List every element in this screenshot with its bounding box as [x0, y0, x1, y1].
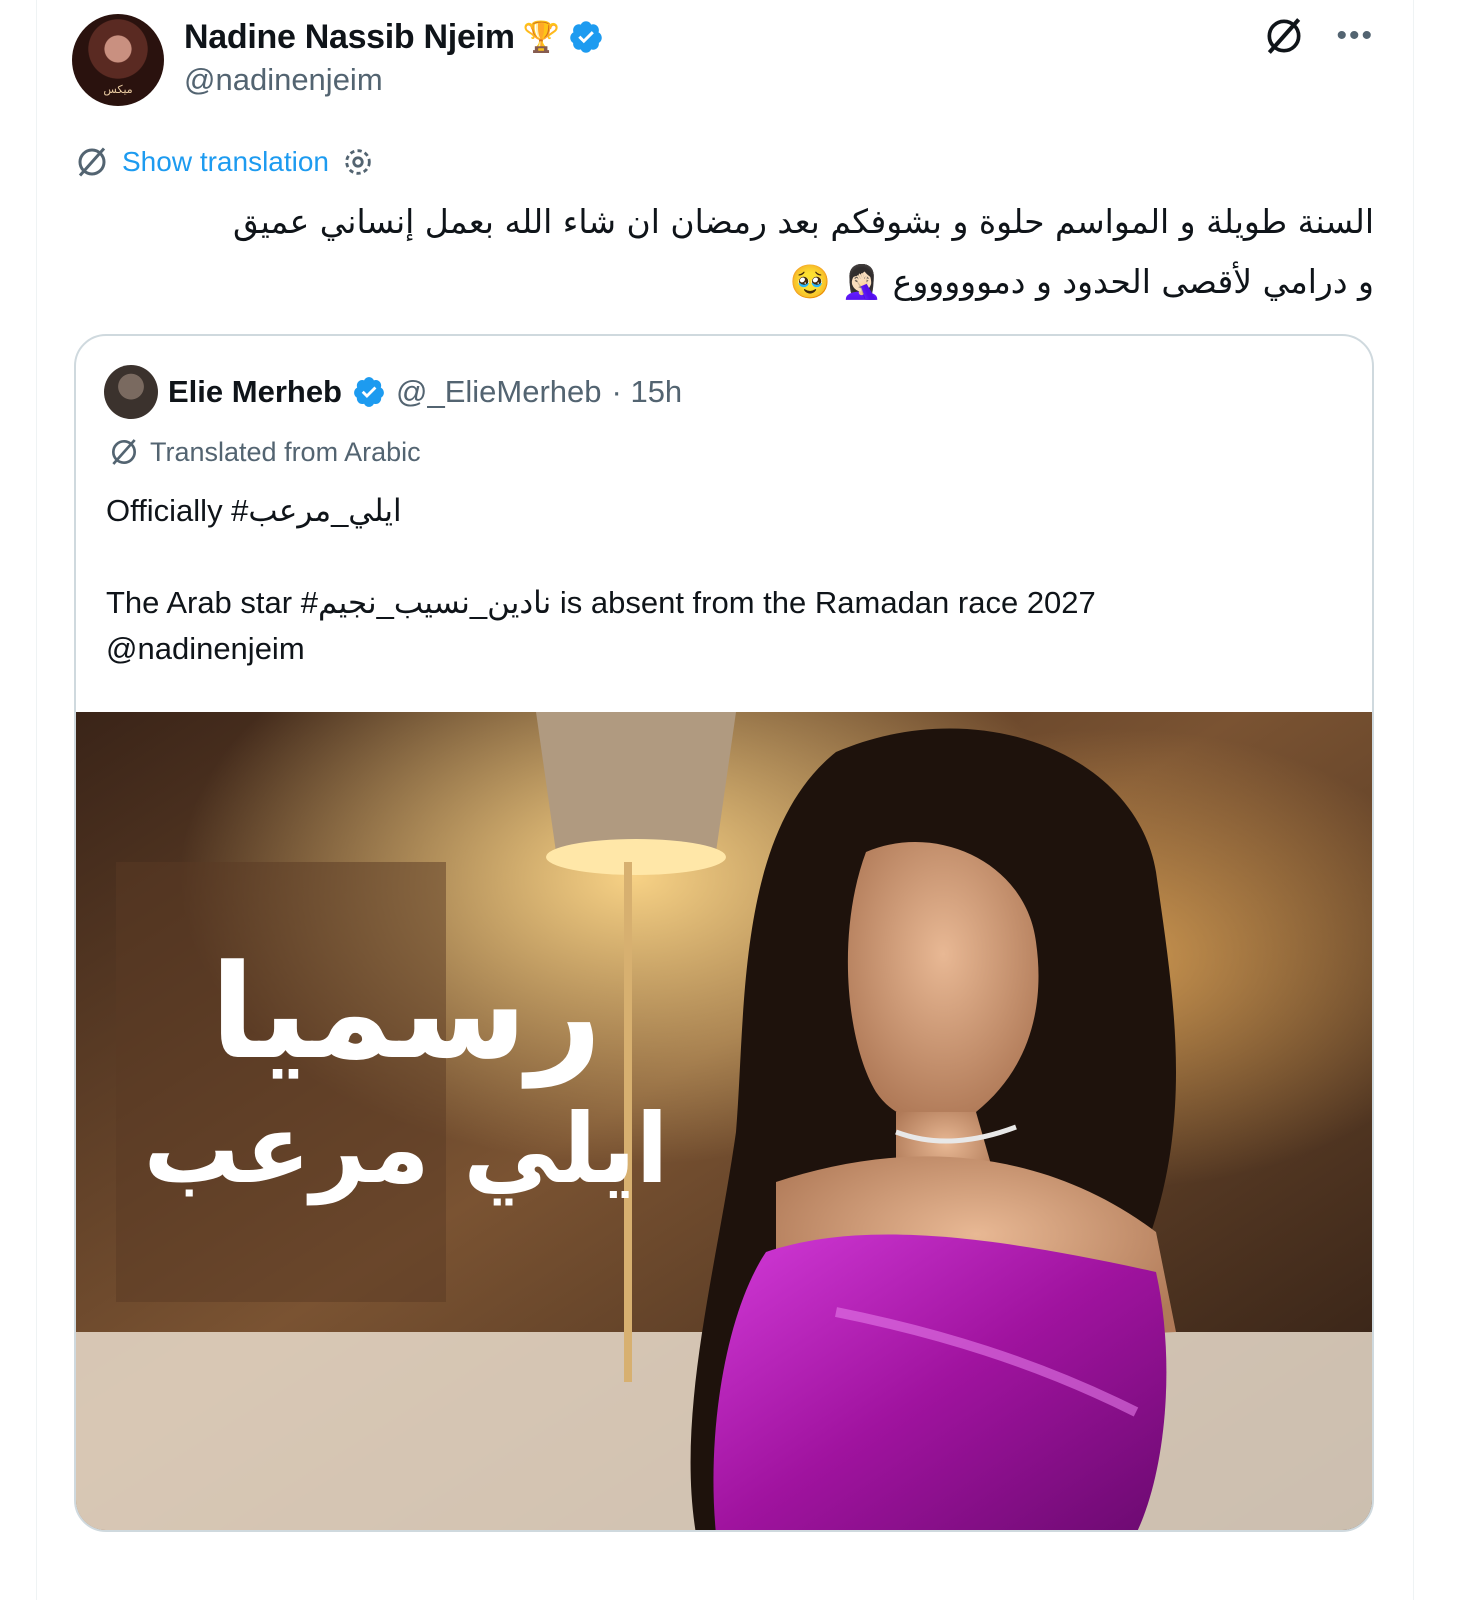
quoted-time[interactable]: · 15h	[612, 374, 683, 410]
avatar-caption: ميكس	[103, 83, 133, 96]
verified-icon	[570, 21, 602, 53]
author-avatar[interactable]: ميكس	[72, 14, 164, 106]
quoted-header: Elie Merheb @_ElieMerheb · 15h	[104, 364, 682, 420]
quoted-media-image[interactable]: رسميا ايلي مرعب	[76, 712, 1374, 1532]
show-translation[interactable]: Show translation	[74, 144, 375, 180]
verified-icon	[354, 377, 384, 407]
trophy-icon: 🏆	[522, 19, 560, 55]
quoted-avatar[interactable]	[104, 365, 158, 419]
tweet-text: السنة طويلة و المواسم حلوة و بشوفكم بعد …	[84, 192, 1374, 312]
quoted-text: Officially #ايلي_مرعب The Arab star #ناد…	[106, 488, 1332, 672]
translated-label: Translated from Arabic	[150, 436, 421, 467]
translate-icon	[112, 439, 136, 465]
translate-icon	[78, 147, 106, 177]
grok-icon[interactable]	[1262, 14, 1306, 58]
quoted-line2: The Arab star #نادين_نسيب_نجيم is absent…	[106, 585, 1096, 620]
quoted-tweet[interactable]: Elie Merheb @_ElieMerheb · 15h Translate…	[74, 334, 1374, 1532]
author-handle[interactable]: @nadinenjeim	[184, 62, 383, 98]
quoted-mention[interactable]: @nadinenjeim	[106, 626, 1332, 672]
image-overlay-subtitle: ايلي مرعب	[143, 1093, 668, 1206]
show-translation-label[interactable]: Show translation	[122, 146, 329, 178]
author-name[interactable]: Nadine Nassib Njeim	[184, 18, 515, 57]
quoted-author-name[interactable]: Elie Merheb	[168, 374, 342, 410]
quoted-line1: Officially #ايلي_مرعب	[106, 493, 402, 528]
tweet-actions-top: •••	[1262, 14, 1374, 58]
quoted-translated-note: Translated from Arabic	[108, 436, 421, 468]
author-name-row: Nadine Nassib Njeim 🏆	[184, 14, 604, 60]
more-icon[interactable]: •••	[1336, 14, 1374, 58]
image-overlay-title: رسميا	[210, 936, 602, 1089]
tweet-text-line1: السنة طويلة و المواسم حلوة و بشوفكم بعد …	[233, 202, 1374, 241]
gear-icon[interactable]	[341, 145, 375, 179]
quoted-author-handle[interactable]: @_ElieMerheb	[396, 374, 602, 410]
tweet-text-line2: و درامي لأقصى الحدود و دموووووع 🤦🏻‍♀️ 🥹	[789, 262, 1374, 301]
